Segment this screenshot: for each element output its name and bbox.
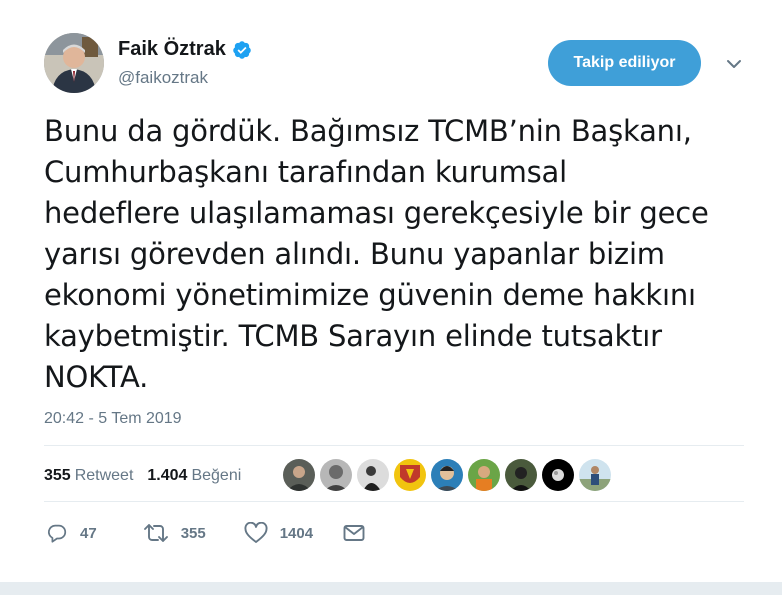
- author-avatar[interactable]: [44, 33, 104, 93]
- liker-avatar[interactable]: [542, 459, 574, 491]
- liker-avatar[interactable]: [505, 459, 537, 491]
- divider: [44, 445, 744, 446]
- heart-icon: [244, 522, 268, 543]
- following-button[interactable]: Takip ediliyor: [548, 40, 701, 86]
- message-icon: [343, 525, 365, 541]
- reply-count: 47: [80, 524, 97, 542]
- liker-avatar[interactable]: [357, 459, 389, 491]
- avatar-image: [44, 33, 104, 93]
- tweet-text-line: NOKTA.: [44, 360, 149, 394]
- tweet-text-line: yarısı görevden alındı. Bunu yapanlar bi…: [44, 237, 665, 271]
- like-stat[interactable]: 1.404 Beğeni: [147, 467, 241, 485]
- liker-avatar[interactable]: [283, 459, 315, 491]
- retweet-button[interactable]: 355: [143, 522, 206, 544]
- liker-avatar[interactable]: [431, 459, 463, 491]
- retweet-stat-count: 355: [44, 467, 71, 484]
- tweet-text-line: Bunu da gördük. Bağımsız TCMB’nin Başkan…: [44, 114, 692, 148]
- divider: [44, 501, 744, 502]
- tweet-text-line: kaybetmiştir. TCMB Sarayın elinde tutsak…: [44, 319, 662, 353]
- author-handle[interactable]: @faikoztrak: [118, 68, 208, 88]
- reply-icon: [47, 524, 67, 543]
- tweet-text-line: ekonomi yönetimimize güvenin deme hakkın…: [44, 278, 696, 312]
- like-count: 1404: [279, 524, 314, 542]
- tweet-actions: 47 355 1404: [46, 522, 365, 544]
- tweet-timestamp[interactable]: 20:42 - 5 Tem 2019: [44, 410, 182, 428]
- tweet-text-line: Cumhurbaşkanı tarafından kurumsal: [44, 155, 567, 189]
- tweet-text-line: hedeflere ulaşılamaması gerekçesiyle bir…: [44, 196, 709, 230]
- direct-message-button[interactable]: [343, 523, 365, 543]
- like-stat-label: Beğeni: [191, 467, 242, 484]
- retweet-count: 355: [180, 524, 206, 542]
- chevron-down-icon[interactable]: [724, 56, 744, 72]
- tweet-stats: 355 Retweet 1.404 Beğeni: [44, 467, 255, 485]
- retweet-stat-label: Retweet: [74, 467, 134, 484]
- verified-badge-icon: [233, 40, 251, 59]
- retweet-icon: [143, 524, 168, 542]
- likers-avatars: [283, 459, 616, 491]
- like-button[interactable]: 1404: [244, 522, 313, 544]
- reply-button[interactable]: 47: [46, 522, 97, 544]
- liker-avatar[interactable]: [394, 459, 426, 491]
- tweet-text: Bunu da gördük. Bağımsız TCMB’nin Başkan…: [44, 111, 744, 398]
- retweet-stat[interactable]: 355 Retweet: [44, 467, 133, 485]
- liker-avatar[interactable]: [320, 459, 352, 491]
- author-display-name[interactable]: Faik Öztrak: [118, 38, 226, 61]
- liker-avatar[interactable]: [579, 459, 611, 491]
- author-name-row[interactable]: Faik Öztrak: [118, 38, 252, 61]
- like-stat-count: 1.404: [147, 467, 188, 484]
- bottom-border: [0, 582, 782, 595]
- liker-avatar[interactable]: [468, 459, 500, 491]
